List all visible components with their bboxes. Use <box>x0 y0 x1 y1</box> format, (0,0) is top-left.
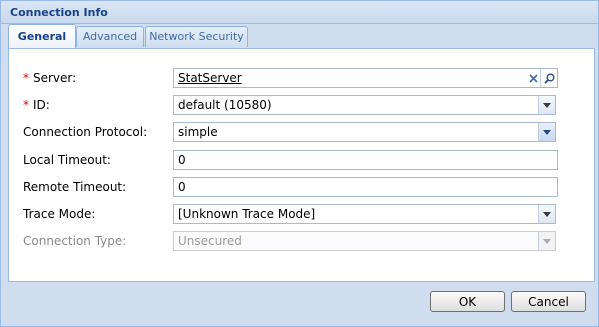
tab-general[interactable]: General <box>8 24 76 48</box>
tab-network-security[interactable]: Network Security <box>145 26 248 47</box>
id-value: default (10580) <box>178 98 272 112</box>
search-icon[interactable] <box>540 69 557 87</box>
connection-info-dialog: Connection Info General Advanced Network… <box>0 0 599 327</box>
server-label: * Server: <box>23 71 77 85</box>
local-timeout-input[interactable]: 0 <box>173 150 558 170</box>
cancel-button[interactable]: Cancel <box>511 291 586 312</box>
chevron-down-icon <box>538 232 555 250</box>
required-marker: * <box>23 71 29 85</box>
connection-protocol-value: simple <box>178 125 218 139</box>
server-field[interactable]: StatServer <box>173 68 558 88</box>
id-label: * ID: <box>23 98 50 112</box>
connection-protocol-label: Connection Protocol: <box>23 125 148 139</box>
id-select[interactable]: default (10580) <box>173 95 556 115</box>
general-panel: * Server: StatServer * ID: default (10580)… <box>8 48 595 282</box>
remote-timeout-input[interactable]: 0 <box>173 177 558 197</box>
dialog-titlebar: Connection Info <box>1 1 598 24</box>
trace-mode-value: [Unknown Trace Mode] <box>178 207 316 221</box>
close-icon[interactable] <box>525 69 541 87</box>
local-timeout-label: Local Timeout: <box>23 153 111 167</box>
ok-button[interactable]: OK <box>430 291 505 312</box>
connection-type-value: Unsecured <box>178 234 242 248</box>
chevron-down-icon[interactable] <box>538 96 555 114</box>
trace-mode-label: Trace Mode: <box>23 207 96 221</box>
connection-type-select: Unsecured <box>173 231 556 251</box>
connection-type-label: Connection Type: <box>23 234 127 248</box>
tab-strip: General Advanced Network Security <box>8 24 595 48</box>
tab-advanced[interactable]: Advanced <box>76 26 144 47</box>
chevron-down-icon[interactable] <box>538 205 555 223</box>
required-marker: * <box>23 98 29 112</box>
dialog-title: Connection Info <box>10 6 108 19</box>
chevron-down-icon[interactable] <box>538 123 555 141</box>
remote-timeout-label: Remote Timeout: <box>23 180 127 194</box>
local-timeout-value: 0 <box>178 153 186 167</box>
server-value: StatServer <box>178 71 242 85</box>
remote-timeout-value: 0 <box>178 180 186 194</box>
trace-mode-select[interactable]: [Unknown Trace Mode] <box>173 204 556 224</box>
connection-protocol-select[interactable]: simple <box>173 122 556 142</box>
